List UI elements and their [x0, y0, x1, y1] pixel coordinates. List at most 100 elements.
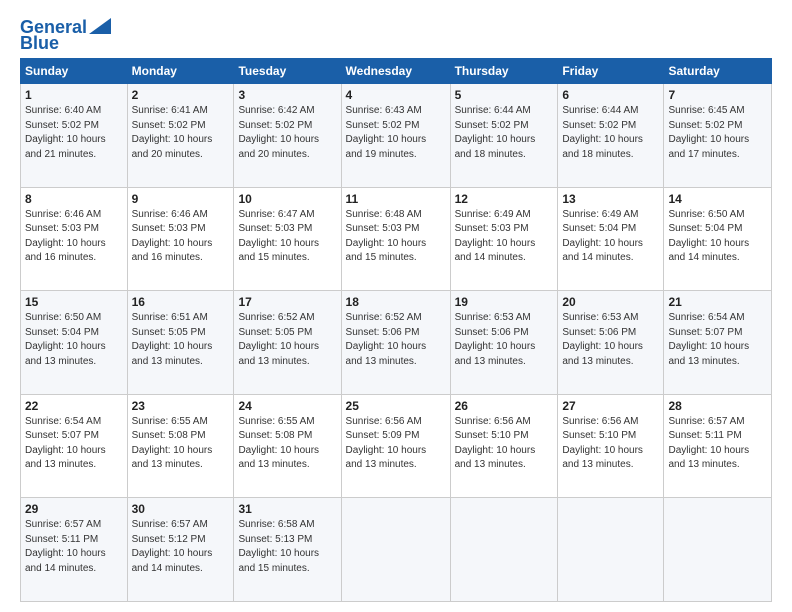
- day-info: Sunrise: 6:52 AMSunset: 5:06 PMDaylight:…: [346, 312, 427, 367]
- logo: General Blue: [20, 18, 111, 52]
- day-info: Sunrise: 6:44 AMSunset: 5:02 PMDaylight:…: [455, 105, 536, 160]
- calendar-day-cell: [450, 498, 558, 602]
- calendar-header-day: Monday: [127, 59, 234, 84]
- calendar-day-cell: 1 Sunrise: 6:40 AMSunset: 5:02 PMDaylight…: [21, 84, 128, 188]
- calendar-day-cell: 4 Sunrise: 6:43 AMSunset: 5:02 PMDaylight…: [341, 84, 450, 188]
- day-number: 18: [346, 295, 446, 309]
- day-info: Sunrise: 6:45 AMSunset: 5:02 PMDaylight:…: [668, 105, 749, 160]
- day-number: 4: [346, 88, 446, 102]
- day-number: 5: [455, 88, 554, 102]
- day-number: 6: [562, 88, 659, 102]
- day-number: 20: [562, 295, 659, 309]
- day-number: 12: [455, 192, 554, 206]
- calendar-header-row: SundayMondayTuesdayWednesdayThursdayFrid…: [21, 59, 772, 84]
- day-number: 24: [238, 399, 336, 413]
- day-info: Sunrise: 6:46 AMSunset: 5:03 PMDaylight:…: [132, 209, 213, 264]
- calendar-day-cell: 9 Sunrise: 6:46 AMSunset: 5:03 PMDaylight…: [127, 187, 234, 291]
- calendar-day-cell: 2 Sunrise: 6:41 AMSunset: 5:02 PMDaylight…: [127, 84, 234, 188]
- day-info: Sunrise: 6:53 AMSunset: 5:06 PMDaylight:…: [562, 312, 643, 367]
- calendar-day-cell: 19Sunrise: 6:53 AMSunset: 5:06 PMDayligh…: [450, 291, 558, 395]
- calendar-day-cell: 23Sunrise: 6:55 AMSunset: 5:08 PMDayligh…: [127, 394, 234, 498]
- day-info: Sunrise: 6:46 AMSunset: 5:03 PMDaylight:…: [25, 209, 106, 264]
- day-number: 27: [562, 399, 659, 413]
- day-info: Sunrise: 6:57 AMSunset: 5:11 PMDaylight:…: [668, 416, 749, 471]
- day-number: 17: [238, 295, 336, 309]
- day-info: Sunrise: 6:54 AMSunset: 5:07 PMDaylight:…: [668, 312, 749, 367]
- calendar-day-cell: 30Sunrise: 6:57 AMSunset: 5:12 PMDayligh…: [127, 498, 234, 602]
- day-info: Sunrise: 6:56 AMSunset: 5:09 PMDaylight:…: [346, 416, 427, 471]
- calendar-day-cell: 12Sunrise: 6:49 AMSunset: 5:03 PMDayligh…: [450, 187, 558, 291]
- calendar-day-cell: 27 Sunrise: 6:56 AMSunset: 5:10 PMDayligh…: [558, 394, 664, 498]
- day-info: Sunrise: 6:56 AMSunset: 5:10 PMDaylight:…: [562, 416, 643, 471]
- calendar-week-row: 15 Sunrise: 6:50 AMSunset: 5:04 PMDayligh…: [21, 291, 772, 395]
- day-number: 11: [346, 192, 446, 206]
- calendar-header-day: Saturday: [664, 59, 772, 84]
- day-info: Sunrise: 6:56 AMSunset: 5:10 PMDaylight:…: [455, 416, 536, 471]
- day-info: Sunrise: 6:58 AMSunset: 5:13 PMDaylight:…: [238, 519, 319, 574]
- day-number: 29: [25, 502, 123, 516]
- calendar-day-cell: 21 Sunrise: 6:54 AMSunset: 5:07 PMDayligh…: [664, 291, 772, 395]
- day-info: Sunrise: 6:57 AMSunset: 5:12 PMDaylight:…: [132, 519, 213, 574]
- calendar-header-day: Tuesday: [234, 59, 341, 84]
- calendar-day-cell: 6 Sunrise: 6:44 AMSunset: 5:02 PMDaylight…: [558, 84, 664, 188]
- day-number: 8: [25, 192, 123, 206]
- day-number: 10: [238, 192, 336, 206]
- calendar-day-cell: 8 Sunrise: 6:46 AMSunset: 5:03 PMDaylight…: [21, 187, 128, 291]
- day-info: Sunrise: 6:50 AMSunset: 5:04 PMDaylight:…: [25, 312, 106, 367]
- calendar-header-day: Wednesday: [341, 59, 450, 84]
- calendar-day-cell: 15 Sunrise: 6:50 AMSunset: 5:04 PMDayligh…: [21, 291, 128, 395]
- day-number: 28: [668, 399, 767, 413]
- day-number: 13: [562, 192, 659, 206]
- calendar-week-row: 1 Sunrise: 6:40 AMSunset: 5:02 PMDaylight…: [21, 84, 772, 188]
- calendar-day-cell: 14Sunrise: 6:50 AMSunset: 5:04 PMDayligh…: [664, 187, 772, 291]
- calendar-week-row: 22 Sunrise: 6:54 AMSunset: 5:07 PMDayligh…: [21, 394, 772, 498]
- day-info: Sunrise: 6:44 AMSunset: 5:02 PMDaylight:…: [562, 105, 643, 160]
- day-info: Sunrise: 6:51 AMSunset: 5:05 PMDaylight:…: [132, 312, 213, 367]
- day-number: 15: [25, 295, 123, 309]
- calendar-day-cell: 18 Sunrise: 6:52 AMSunset: 5:06 PMDayligh…: [341, 291, 450, 395]
- day-info: Sunrise: 6:40 AMSunset: 5:02 PMDaylight:…: [25, 105, 106, 160]
- header: General Blue: [20, 18, 772, 52]
- day-info: Sunrise: 6:41 AMSunset: 5:02 PMDaylight:…: [132, 105, 213, 160]
- calendar-header-day: Sunday: [21, 59, 128, 84]
- calendar-day-cell: [341, 498, 450, 602]
- day-number: 22: [25, 399, 123, 413]
- logo-line2: Blue: [20, 34, 59, 52]
- day-number: 31: [238, 502, 336, 516]
- day-number: 1: [25, 88, 123, 102]
- day-number: 2: [132, 88, 230, 102]
- calendar-day-cell: 13 Sunrise: 6:49 AMSunset: 5:04 PMDayligh…: [558, 187, 664, 291]
- day-info: Sunrise: 6:52 AMSunset: 5:05 PMDaylight:…: [238, 312, 319, 367]
- calendar-header-day: Thursday: [450, 59, 558, 84]
- day-number: 26: [455, 399, 554, 413]
- day-number: 25: [346, 399, 446, 413]
- day-number: 3: [238, 88, 336, 102]
- calendar-day-cell: [558, 498, 664, 602]
- calendar-day-cell: 7Sunrise: 6:45 AMSunset: 5:02 PMDaylight…: [664, 84, 772, 188]
- calendar-day-cell: 29 Sunrise: 6:57 AMSunset: 5:11 PMDayligh…: [21, 498, 128, 602]
- day-info: Sunrise: 6:57 AMSunset: 5:11 PMDaylight:…: [25, 519, 106, 574]
- day-info: Sunrise: 6:54 AMSunset: 5:07 PMDaylight:…: [25, 416, 106, 471]
- day-info: Sunrise: 6:55 AMSunset: 5:08 PMDaylight:…: [132, 416, 213, 471]
- calendar-day-cell: 25 Sunrise: 6:56 AMSunset: 5:09 PMDayligh…: [341, 394, 450, 498]
- day-number: 9: [132, 192, 230, 206]
- day-info: Sunrise: 6:53 AMSunset: 5:06 PMDaylight:…: [455, 312, 536, 367]
- calendar-day-cell: 20 Sunrise: 6:53 AMSunset: 5:06 PMDayligh…: [558, 291, 664, 395]
- page: General Blue SundayMondayTuesdayWednesda…: [0, 0, 792, 612]
- logo-icon: [89, 18, 111, 34]
- calendar-day-cell: 3Sunrise: 6:42 AMSunset: 5:02 PMDaylight…: [234, 84, 341, 188]
- calendar-day-cell: 17 Sunrise: 6:52 AMSunset: 5:05 PMDayligh…: [234, 291, 341, 395]
- calendar-table: SundayMondayTuesdayWednesdayThursdayFrid…: [20, 58, 772, 602]
- calendar-day-cell: 22 Sunrise: 6:54 AMSunset: 5:07 PMDayligh…: [21, 394, 128, 498]
- calendar-day-cell: 11Sunrise: 6:48 AMSunset: 5:03 PMDayligh…: [341, 187, 450, 291]
- day-info: Sunrise: 6:47 AMSunset: 5:03 PMDaylight:…: [238, 209, 319, 264]
- calendar-header-day: Friday: [558, 59, 664, 84]
- day-number: 21: [668, 295, 767, 309]
- calendar-day-cell: 10 Sunrise: 6:47 AMSunset: 5:03 PMDayligh…: [234, 187, 341, 291]
- day-number: 16: [132, 295, 230, 309]
- calendar-day-cell: 16 Sunrise: 6:51 AMSunset: 5:05 PMDayligh…: [127, 291, 234, 395]
- calendar-week-row: 29 Sunrise: 6:57 AMSunset: 5:11 PMDayligh…: [21, 498, 772, 602]
- day-info: Sunrise: 6:49 AMSunset: 5:04 PMDaylight:…: [562, 209, 643, 264]
- day-number: 14: [668, 192, 767, 206]
- day-info: Sunrise: 6:43 AMSunset: 5:02 PMDaylight:…: [346, 105, 427, 160]
